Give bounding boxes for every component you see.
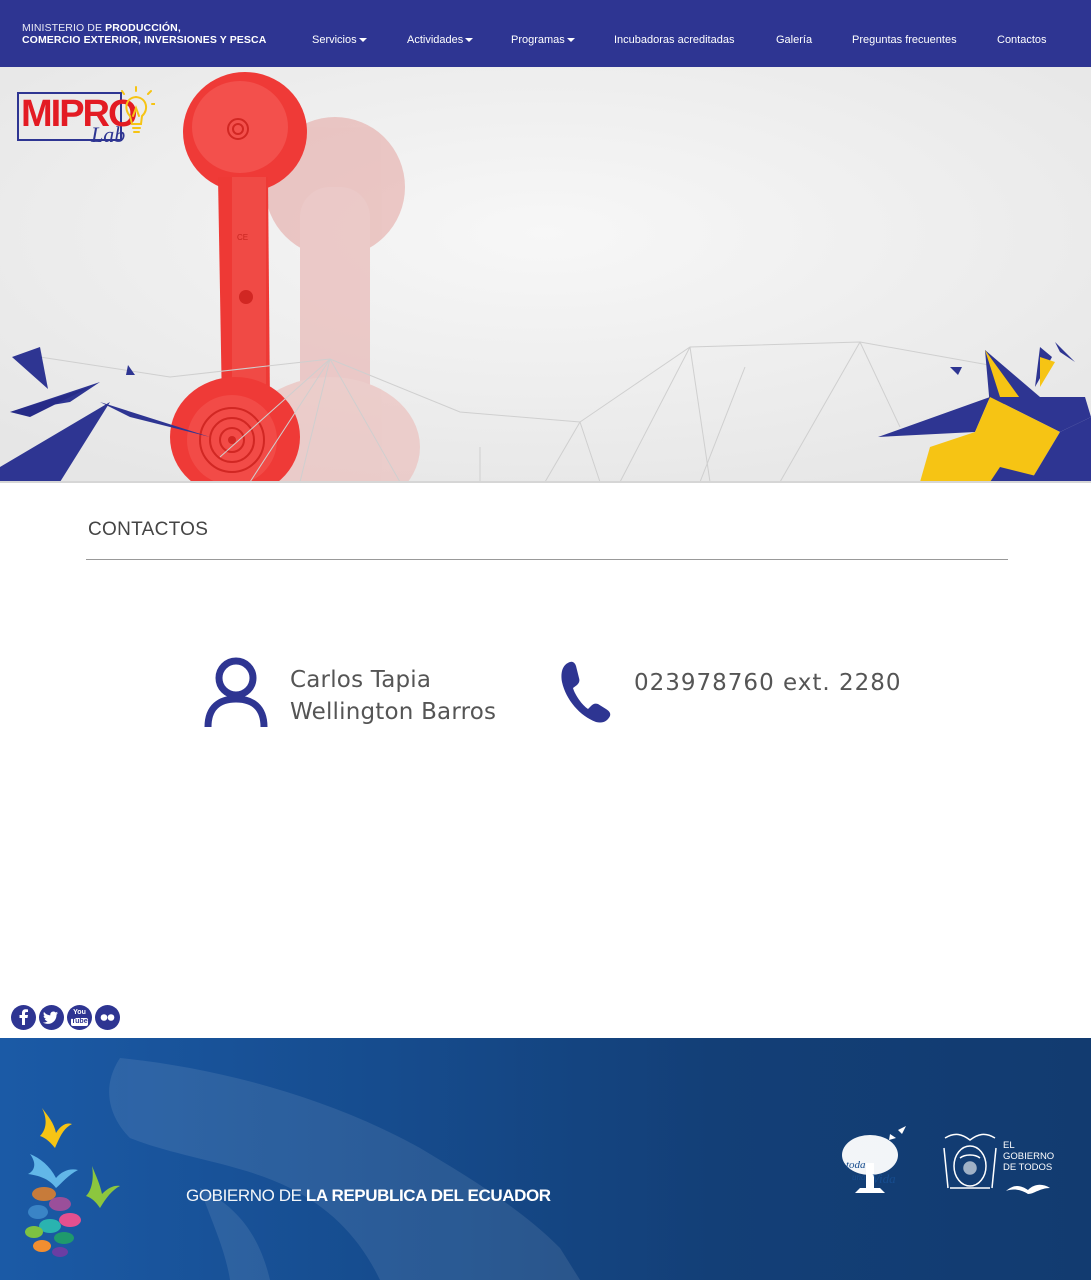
contact-name-1: Carlos Tapia: [290, 667, 432, 693]
nav-programas[interactable]: Programas: [511, 34, 575, 46]
ministry-line2: COMERCIO EXTERIOR, INVERSIONES Y PESCA: [22, 34, 267, 46]
nav-galeria-label: Galería: [776, 34, 813, 46]
nav-actividades-label: Actividades: [407, 34, 464, 46]
nav-preguntas[interactable]: Preguntas frecuentes: [852, 34, 957, 46]
hero-banner: CE: [0, 67, 1091, 482]
nav-actividades[interactable]: Actividades: [407, 34, 474, 46]
nav-programas-label: Programas: [511, 34, 565, 46]
el-gobierno-line-2: GOBIERNO: [1003, 1151, 1055, 1162]
youtube-label-bottom: Tube: [71, 1018, 88, 1026]
de-todos-swoosh: [1006, 1184, 1050, 1194]
hero-illustration: CE: [0, 67, 1091, 482]
gobierno-text-bold: LA REPUBLICA DEL ECUADOR: [305, 1186, 551, 1205]
gobierno-bird-logo: [25, 1108, 120, 1257]
flickr-glyph: [100, 1014, 115, 1021]
el-gobierno-de-todos: EL GOBIERNO DE TODOS: [1003, 1140, 1054, 1173]
mipro-lab-logo[interactable]: MIPRO Lab: [17, 86, 157, 150]
nav-galeria[interactable]: Galería: [776, 34, 812, 46]
twitter-icon[interactable]: [39, 1005, 64, 1030]
youtube-icon[interactable]: You Tube: [67, 1005, 92, 1030]
page-title: CONTACTOS: [88, 519, 209, 540]
condor-watermark: [109, 1058, 580, 1280]
coat-of-arms: [943, 1133, 997, 1189]
contact-name-2: Wellington Barros: [290, 699, 497, 725]
toda-word: toda: [846, 1159, 866, 1171]
toda-una-vida-logo: toda una Vida: [842, 1126, 906, 1193]
top-navbar: MINISTERIO DE PRODUCCIÓN, COMERCIO EXTER…: [0, 0, 1091, 67]
footer-artwork: toda una Vida: [25, 1058, 1050, 1280]
el-gobierno-line-1: EL: [1003, 1140, 1015, 1151]
nav-servicios-label: Servicios: [312, 34, 357, 46]
gobierno-text: GOBIERNO DE LA REPUBLICA DEL ECUADOR: [186, 1186, 551, 1206]
ministry-line1-bold: PRODUCCIÓN,: [105, 22, 181, 34]
nav-contactos[interactable]: Contactos: [997, 34, 1047, 46]
nav-preguntas-label: Preguntas frecuentes: [852, 34, 957, 46]
person-icon: [204, 657, 268, 728]
twitter-glyph: [43, 1011, 58, 1024]
svg-text:CE: CE: [237, 233, 248, 242]
gobierno-text-thin: GOBIERNO DE: [186, 1186, 302, 1205]
youtube-label-top: You: [73, 1009, 86, 1016]
nav-incubadoras[interactable]: Incubadoras acreditadas: [614, 34, 734, 46]
nav-contactos-label: Contactos: [997, 34, 1047, 46]
footer: toda una Vida GOBIERNO DE LA REPUBLICA D…: [0, 1038, 1091, 1280]
nav-servicios[interactable]: Servicios: [312, 34, 367, 46]
lightbulb-icon: [121, 86, 155, 133]
caret-down-icon: [465, 38, 474, 43]
facebook-icon[interactable]: [11, 1005, 36, 1030]
nav-incubadoras-label: Incubadoras acreditadas: [614, 34, 735, 46]
phone-icon: [561, 661, 611, 723]
flickr-icon[interactable]: [95, 1005, 120, 1030]
contact-phone[interactable]: 023978760 ext. 2280: [634, 670, 902, 696]
vida-word: Vida: [872, 1171, 896, 1186]
una-word: una: [852, 1172, 866, 1182]
hero-border: [0, 481, 1091, 483]
caret-down-icon: [358, 38, 367, 43]
el-gobierno-line-3: DE TODOS: [1003, 1162, 1053, 1173]
caret-down-icon: [566, 38, 575, 43]
facebook-glyph: [19, 1009, 28, 1025]
ministry-line1-thin: MINISTERIO DE: [22, 22, 103, 34]
title-divider: [86, 559, 1008, 560]
ministry-name[interactable]: MINISTERIO DE PRODUCCIÓN, COMERCIO EXTER…: [22, 22, 266, 46]
